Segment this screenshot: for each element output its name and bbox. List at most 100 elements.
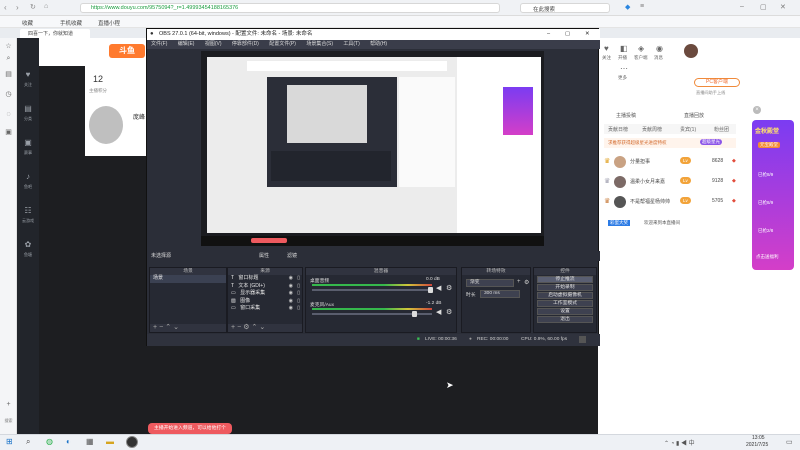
start-recording-button[interactable]: 开始录制 [537,284,593,291]
client-icon[interactable]: ◈ [638,44,644,53]
menu-view[interactable]: 视图(V) [205,41,222,47]
gear-icon[interactable]: ⚙ [446,284,452,292]
search-box[interactable]: 在此搜索 [520,3,610,13]
bag-icon[interactable]: ▣ [4,128,13,137]
pond-icon[interactable]: ✿ [23,240,33,250]
slider-handle[interactable] [412,311,417,317]
properties-button[interactable]: 属性 [259,251,269,261]
gear-icon[interactable]: ⚙ [446,308,452,316]
source-item[interactable]: T 窗口标题 ◉ ▯ [228,275,302,283]
search-icon[interactable]: ⌕ [4,54,13,63]
menu-docks[interactable]: 停靠部件(D) [232,41,259,47]
nav-label-pond[interactable]: 鱼塘 [17,252,39,258]
tab-replay[interactable]: 直播回放 [684,112,704,119]
heart-icon[interactable]: ♥ [604,44,609,53]
avatar[interactable] [89,106,123,144]
star-banner[interactable]: 求推荐获得超级星光进度特权 超级星光 [604,138,736,148]
studio-mode-button[interactable]: 工作室模式 [537,300,593,307]
bookmark-item[interactable]: 直播小程 [98,19,120,27]
settings-button[interactable]: 设置 [537,308,593,315]
extension-icon[interactable]: ◆ [625,3,630,11]
toast-notice[interactable]: 主播开始进入频道，可以给他打个 [148,423,232,434]
chat-icon[interactable]: ◌ [4,110,13,119]
fishbar-icon[interactable]: ♪ [23,172,33,182]
menu-scene-collection[interactable]: 场景集合(S) [306,41,333,47]
gear-icon[interactable]: ⚙ [524,279,529,286]
move-up-icon[interactable]: ⌃ [165,324,173,331]
wechat-icon[interactable]: ◍ [46,437,53,446]
source-item[interactable]: ▭ 窗口采集 ◉ ▯ [228,305,302,313]
eye-icon[interactable]: ◉ [289,298,293,306]
add-icon[interactable]: + [517,279,521,285]
menu-profile[interactable]: 配置文件(P) [269,41,296,47]
nav-label-cloud-game[interactable]: 云游戏 [17,218,39,224]
menu-edit[interactable]: 编辑(E) [178,41,195,47]
lock-icon[interactable]: ▯ [297,283,300,291]
bookmark-icon[interactable]: ▤ [4,70,13,79]
source-item[interactable]: T 文本 (GDI+) ◉ ▯ [228,283,302,291]
category-icon[interactable]: ▤ [23,104,33,114]
promo-ad[interactable]: 金秋殿堂 元宝殿堂 已抢8/9 已抢8/9 已抢2/8 点击送福利 [752,120,794,270]
duration-input[interactable]: 300 ms [480,290,520,298]
nav-label-fishbar[interactable]: 鱼吧 [17,184,39,190]
rank-row[interactable]: ♛ 不是帮福星杨帅帅 Lv 5705 ◆ [604,194,736,210]
egg-link[interactable]: 彩蛋大奖 [608,220,630,226]
edge-icon[interactable]: ◐ [66,437,71,446]
minimize-icon[interactable]: – [547,29,550,40]
cloud-game-icon[interactable]: ☷ [23,206,33,216]
menu-file[interactable]: 文件(F) [151,41,167,47]
menu-icon[interactable]: ≡ [640,3,644,10]
pc-client-button[interactable]: PC客户端 [694,78,740,87]
match-icon[interactable]: ▣ [23,138,33,148]
transition-select[interactable]: 渐变 [466,279,514,287]
nav-label-match[interactable]: 赛事 [17,150,39,156]
streamer-name[interactable]: 庞峰 [133,112,145,121]
user-avatar[interactable] [684,44,698,58]
notification-icon[interactable]: ▭ [786,438,793,446]
more-icon[interactable]: ⋯ [620,64,628,73]
move-down-icon[interactable]: ⌄ [259,324,267,331]
refresh-icon[interactable]: ↻ [30,3,36,11]
maximize-icon[interactable]: ▢ [565,29,570,40]
follow-icon[interactable]: ♥ [23,70,33,80]
windows-icon[interactable]: ⊞ [6,437,13,446]
minimize-icon[interactable]: – [740,3,744,10]
back-icon[interactable]: ‹ [4,3,7,12]
site-logo[interactable]: 斗鱼 [109,44,145,58]
tab-weekly[interactable]: 贡献周榜 [642,126,662,133]
exit-button[interactable]: 退出 [537,316,593,323]
obs-icon[interactable] [126,436,138,448]
tab-posts[interactable]: 主播投稿 [616,112,636,119]
search-icon[interactable]: ⌕ [26,437,30,447]
source-item[interactable]: ▭ 显示器采集 ◉ ▯ [228,290,302,298]
bookmark-item[interactable]: 手机收藏 [60,19,82,27]
home-icon[interactable]: ⌂ [44,3,48,10]
close-ad-icon[interactable]: × [753,106,761,114]
store-icon[interactable]: ▦ [86,437,94,446]
rank-row[interactable]: ♛ 温柔小女月来嘉 Lv 9128 ◆ [604,174,736,190]
volume-slider[interactable] [312,311,432,317]
nav-label-follow[interactable]: 关注 [17,82,39,88]
lock-icon[interactable]: ▯ [297,290,300,298]
menu-tools[interactable]: 工具(T) [343,41,359,47]
message-icon[interactable]: ◉ [656,44,663,53]
slider-handle[interactable] [428,287,433,293]
preview-canvas[interactable] [201,51,544,246]
move-down-icon[interactable]: ⌄ [173,324,181,331]
rank-row[interactable]: ♛ 分量担事 Lv 8628 ◆ [604,154,736,170]
star-icon[interactable]: ☆ [4,42,13,51]
eye-icon[interactable]: ◉ [289,305,293,313]
filters-button[interactable]: 滤镜 [287,251,297,261]
nav-label-category[interactable]: 分类 [17,116,39,122]
add-icon[interactable]: + [4,400,13,409]
address-bar[interactable]: https://www.douyu.com/9575094?_r=1.49993… [80,3,500,13]
scene-item[interactable]: 场景 [150,275,226,283]
menu-help[interactable]: 帮助(H) [370,41,387,47]
eye-icon[interactable]: ◉ [289,275,293,283]
tab-fans[interactable]: 粉丝团 [714,126,729,133]
close-icon[interactable]: ✕ [780,3,786,11]
tray-icons[interactable]: ⌃ ◔ ▮ ◀ 中 [664,438,695,447]
virtual-camera-button[interactable]: 启动虚拟摄像机 [537,292,593,299]
explorer-icon[interactable]: ▬ [106,437,114,446]
broadcast-icon[interactable]: ◧ [620,44,628,53]
